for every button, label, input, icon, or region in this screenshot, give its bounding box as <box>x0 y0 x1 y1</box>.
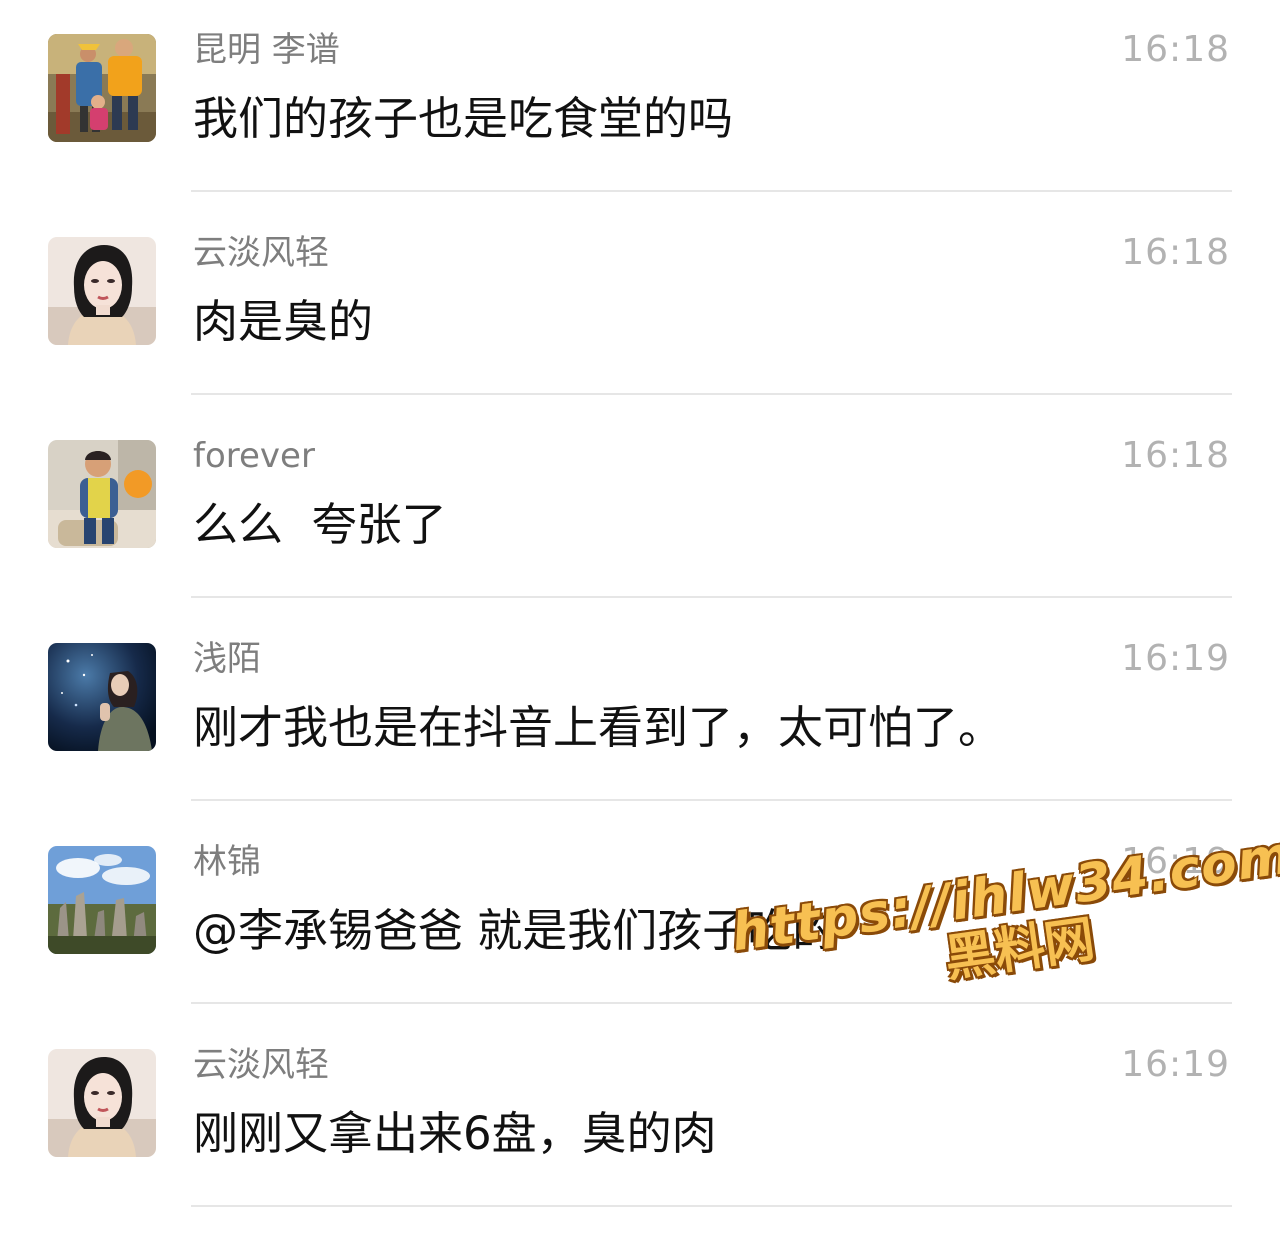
sender-name: forever <box>193 436 315 476</box>
message-time: 16:19 <box>1121 638 1230 679</box>
sender-name: 昆明 李谱 <box>193 30 340 70</box>
family-photo-avatar-icon <box>48 34 156 142</box>
divider <box>191 1002 1232 1004</box>
user-avatar[interactable] <box>48 237 156 345</box>
sender-name: 浅陌 <box>193 639 261 679</box>
divider <box>191 393 1232 395</box>
message-text: 刚才我也是在抖音上看到了，太可怕了。 <box>193 701 1004 754</box>
message-time: 16:18 <box>1121 232 1230 273</box>
child-with-balloon-avatar-icon <box>48 440 156 548</box>
sender-name: 云淡风轻 <box>193 1045 329 1085</box>
chat-message: 浅陌 16:19 刚才我也是在抖音上看到了，太可怕了。 <box>0 609 1280 812</box>
message-text: @李承锡爸爸 就是我们孩子吃的 <box>193 904 838 957</box>
user-avatar[interactable] <box>48 440 156 548</box>
stone-forest-landscape-avatar-icon <box>48 846 156 954</box>
user-avatar[interactable] <box>48 643 156 751</box>
chat-message: 云淡风轻 16:19 刚刚又拿出来6盘，臭的肉 <box>0 1015 1280 1218</box>
user-avatar[interactable] <box>48 846 156 954</box>
sender-name: 云淡风轻 <box>193 233 329 273</box>
message-time: 16:19 <box>1121 841 1230 882</box>
message-text: 肉是臭的 <box>193 295 374 348</box>
chat-message: forever 16:18 么么 夸张了 <box>0 406 1280 609</box>
message-time: 16:18 <box>1121 435 1230 476</box>
message-time: 16:18 <box>1121 29 1230 70</box>
starry-sky-girl-avatar-icon <box>48 643 156 751</box>
divider <box>191 1205 1232 1207</box>
message-time: 16:19 <box>1121 1044 1230 1085</box>
message-text: 么么 夸张了 <box>193 498 447 551</box>
chat-message: 昆明 李谱 16:18 我们的孩子也是吃食堂的吗 <box>0 0 1280 203</box>
message-text: 刚刚又拿出来6盘，臭的肉 <box>193 1107 717 1160</box>
woman-portrait-avatar-icon <box>48 1049 156 1157</box>
user-avatar[interactable] <box>48 34 156 142</box>
divider <box>191 596 1232 598</box>
chat-message: 林锦 16:19 @李承锡爸爸 就是我们孩子吃的 <box>0 812 1280 1015</box>
woman-portrait-avatar-icon <box>48 237 156 345</box>
sender-name: 林锦 <box>193 842 261 882</box>
chat-message: 云淡风轻 16:18 肉是臭的 <box>0 203 1280 406</box>
divider <box>191 799 1232 801</box>
divider <box>191 190 1232 192</box>
user-avatar[interactable] <box>48 1049 156 1157</box>
message-text: 我们的孩子也是吃食堂的吗 <box>193 92 734 145</box>
